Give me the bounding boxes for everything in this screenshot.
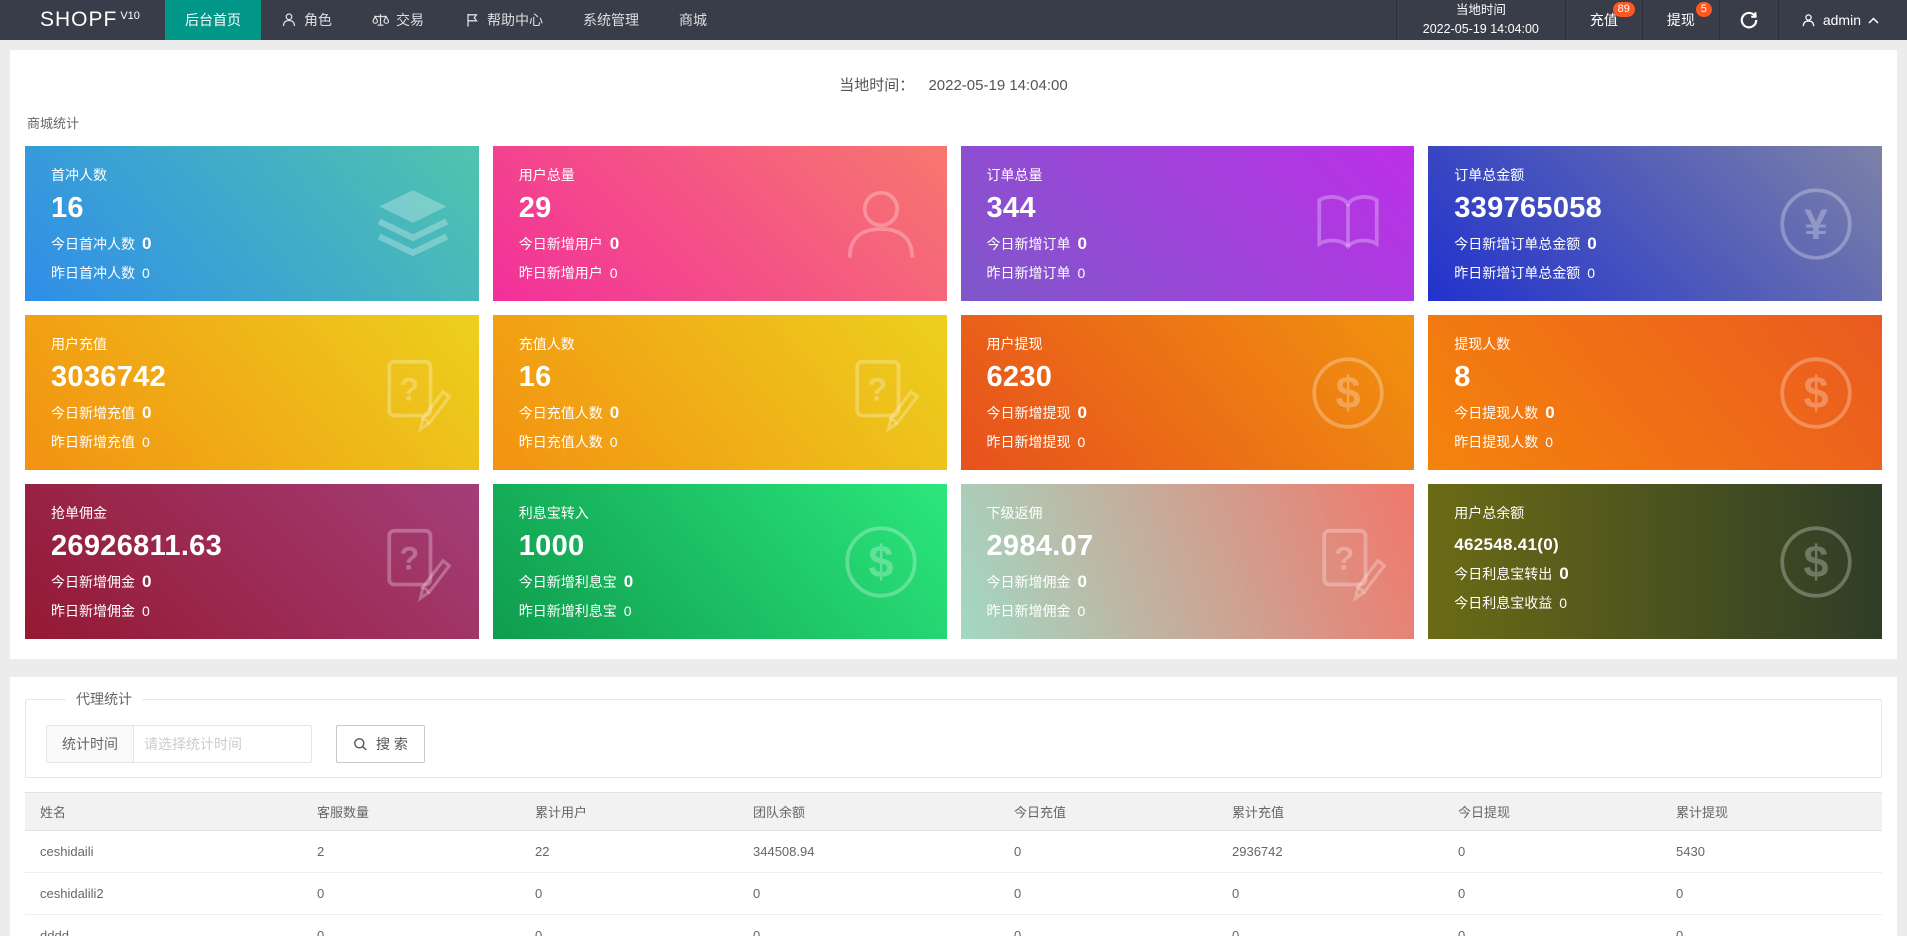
scales-icon [372, 14, 389, 26]
refresh-icon [1740, 11, 1758, 29]
dollar-icon [1776, 353, 1856, 433]
col-service-count: 客服数量 [302, 792, 520, 831]
logo-version: V10 [120, 10, 140, 22]
col-today-withdraw: 今日提现 [1443, 792, 1661, 831]
col-total-withdraw: 累计提现 [1661, 792, 1882, 831]
doc-edit-icon [373, 353, 453, 433]
username: admin [1822, 12, 1861, 28]
agent-stats-title: 代理统计 [76, 691, 132, 707]
dollar-icon [1308, 353, 1388, 433]
nav-item-mall[interactable]: 商城 [659, 0, 727, 40]
user-menu[interactable]: admin [1777, 0, 1907, 40]
filter-form: 统计时间 搜 索 [46, 725, 1861, 763]
table-row: ceshidaili 2 22 344508.94 0 2936742 0 54… [25, 830, 1882, 873]
col-name: 姓名 [25, 792, 302, 831]
stat-card-total-orders: 订单总量 344 今日新增订单 0 昨日新增订单 0 [960, 146, 1415, 301]
chevron-up-icon [1868, 16, 1879, 24]
stat-card-withdraw-users: 提现人数 8 今日提现人数 0 昨日提现人数 0 [1428, 315, 1882, 470]
table-header-row: 姓名 客服数量 累计用户 团队余额 今日充值 累计充值 今日提现 累计提现 [25, 792, 1882, 831]
stat-card-first-recharge-users: 首冲人数 16 今日首冲人数 0 昨日首冲人数 0 [25, 146, 479, 301]
stat-card-order-commission: 抢单佣金 26926811.63 今日新增佣金 0 昨日新增佣金 0 [25, 484, 479, 639]
shop-stats-title: 商城统计 [27, 116, 80, 131]
shop-stats-panel: 当地时间： 2022-05-19 14:04:00 商城统计 首冲人数 16 今… [10, 50, 1897, 659]
user-icon [282, 13, 296, 27]
search-icon [354, 737, 367, 751]
main-menu: 后台首页 角色 交易 帮助中心 系统管理 商城 [165, 0, 727, 40]
table-row: ceshidalili2 0 0 0 0 0 0 0 [25, 872, 1882, 915]
stat-card-total-users: 用户总量 29 今日新增用户 0 昨日新增用户 0 [492, 146, 947, 301]
nav-item-trade[interactable]: 交易 [352, 0, 444, 40]
stat-card-total-order-amount: 订单总金额 339765058 今日新增订单总金额 0 昨日新增订单总金额 0 [1428, 146, 1882, 301]
nav-item-roles[interactable]: 角色 [261, 0, 352, 40]
navbar-right: 当地时间 2022-05-19 14:04:00 充值 89 提现 5 admi… [1395, 0, 1907, 40]
nav-item-home[interactable]: 后台首页 [165, 0, 261, 40]
agent-stats-fieldset: 代理统计 统计时间 搜 索 [25, 689, 1882, 778]
doc-edit-icon [373, 522, 453, 602]
filter-label: 统计时间 [46, 725, 134, 763]
yen-icon [1776, 184, 1856, 264]
content-local-time: 当地时间： 2022-05-19 14:04:00 [25, 60, 1882, 113]
flag-icon [467, 14, 478, 27]
stat-card-interest-transfer-in: 利息宝转入 1000 今日新增利息宝 0 昨日新增利息宝 0 [492, 484, 947, 639]
stat-card-user-recharge: 用户充值 3036742 今日新增充值 0 昨日新增充值 0 [25, 315, 479, 470]
content-time-label: 当地时间： [839, 77, 915, 94]
user-icon [841, 184, 921, 264]
search-button[interactable]: 搜 索 [336, 725, 425, 763]
stat-card-user-total-balance: 用户总余额 462548.41(0) 今日利息宝转出 0 今日利息宝收益 0 [1428, 484, 1882, 639]
stat-card-recharge-users: 充值人数 16 今日充值人数 0 昨日充值人数 0 [492, 315, 947, 470]
book-icon [1308, 184, 1388, 264]
recharge-button[interactable]: 充值 89 [1564, 0, 1642, 40]
nav-item-help-center[interactable]: 帮助中心 [444, 0, 563, 40]
local-time-label: 当地时间 [1455, 2, 1506, 17]
table-row: dddd 0 0 0 0 0 0 0 [25, 914, 1882, 936]
withdraw-badge: 5 [1695, 2, 1712, 17]
user-icon [1802, 13, 1815, 26]
local-time-block: 当地时间 2022-05-19 14:04:00 [1395, 0, 1565, 40]
agent-stats-panel: 代理统计 统计时间 搜 索 姓名 客服数量 累计用户 团队余额 [10, 677, 1897, 936]
layers-icon [373, 184, 453, 264]
dollar-icon [1776, 522, 1856, 602]
logo-text: SHOPF [40, 8, 118, 31]
col-total-recharge: 累计充值 [1217, 792, 1443, 831]
doc-edit-icon [841, 353, 921, 433]
col-total-users: 累计用户 [520, 792, 738, 831]
agent-stats-table: 姓名 客服数量 累计用户 团队余额 今日充值 累计充值 今日提现 累计提现 ce… [25, 792, 1882, 936]
app-logo: SHOPF V10 [0, 0, 165, 40]
col-today-recharge: 今日充值 [999, 792, 1217, 831]
doc-edit-icon [1308, 522, 1388, 602]
stats-time-input[interactable] [134, 725, 312, 763]
stat-cards-grid: 首冲人数 16 今日首冲人数 0 昨日首冲人数 0 用户总量 29 今日新增用户 0 … [25, 146, 1882, 639]
stat-card-user-withdraw: 用户提现 6230 今日新增提现 0 昨日新增提现 0 [960, 315, 1415, 470]
withdraw-button[interactable]: 提现 5 [1641, 0, 1719, 40]
refresh-button[interactable] [1718, 0, 1778, 40]
stat-card-sub-rebate: 下级返佣 2984.07 今日新增佣金 0 昨日新增佣金 0 [960, 484, 1415, 639]
nav-item-system[interactable]: 系统管理 [563, 0, 659, 40]
top-navbar: SHOPF V10 后台首页 角色 交易 帮助中心 系统管理 商城 当地时间 2… [0, 0, 1907, 40]
dollar-icon [841, 522, 921, 602]
local-time-value: 2022-05-19 14:04:00 [1422, 22, 1539, 36]
col-team-balance: 团队余额 [738, 792, 999, 831]
content-time-value: 2022-05-19 14:04:00 [928, 77, 1068, 94]
recharge-badge: 89 [1612, 2, 1635, 17]
